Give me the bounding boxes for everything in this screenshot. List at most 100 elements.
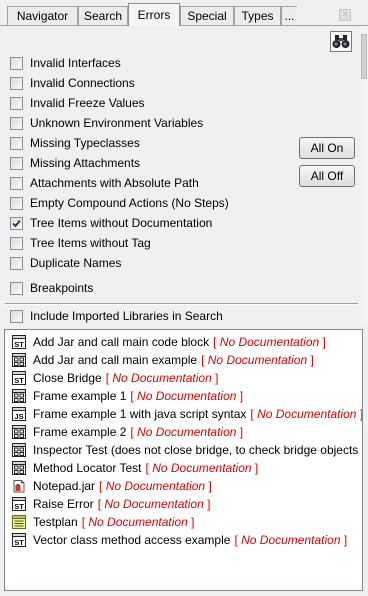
js-icon: JS [12,407,26,421]
list-item-name: Frame example 2 [33,425,127,439]
list-item-name: Add Jar and call main code block [33,335,210,349]
documentation-status: [ No Documentation ] [234,533,348,547]
no-documentation-tag: No Documentation [88,515,188,529]
testplan-icon [12,515,26,529]
st-icon: ST [12,533,26,547]
checkbox-label: Invalid Interfaces [30,56,121,70]
checkbox[interactable] [10,236,23,250]
list-item[interactable]: ST Vector class method access example[ No… [12,531,347,549]
checkbox-label: Missing Attachments [30,156,141,170]
tab-types[interactable]: Types [234,6,281,25]
documentation-status: [ No Documentation ] [99,479,212,493]
checkbox-label: Missing Typeclasses [30,136,140,150]
no-documentation-tag: No Documentation [137,425,237,439]
checkbox[interactable] [10,309,23,323]
svg-text:ST: ST [14,538,24,547]
list-item[interactable]: Testplan[ No Documentation ] [12,513,194,531]
documentation-status: [ No Documentation ] [213,335,326,349]
separator [5,303,358,305]
binoculars-icon [332,35,350,48]
jar-icon [12,479,26,493]
checkbox-row-include-imported-libraries-in-search[interactable]: Include Imported Libraries in Search [10,307,223,325]
no-documentation-tag: No Documentation [241,533,341,547]
checkbox[interactable] [10,76,23,90]
list-item[interactable]: Notepad.jar[ No Documentation ] [12,477,212,495]
tab-special[interactable]: Special [180,6,234,25]
list-item[interactable]: ST Raise Error[ No Documentation ] [12,495,210,513]
checkbox-label: Empty Compound Actions (No Steps) [30,196,229,210]
binoculars-button[interactable] [330,31,352,52]
checkbox[interactable] [10,176,23,190]
no-documentation-tag: No Documentation [104,497,204,511]
no-documentation-tag: No Documentation [152,461,252,475]
documentation-status: [ No Documentation ] [97,497,211,511]
st-icon: ST [12,371,26,385]
checkbox-row-tree-items-without-tag[interactable]: Tree Items without Tag [10,234,151,252]
checkbox-label: Duplicate Names [30,256,122,270]
checkbox-label: Invalid Connections [30,76,135,90]
results-list[interactable]: ST Add Jar and call main code block[ No D… [4,329,363,591]
tab-more[interactable]: ... [281,6,297,25]
list-item-name: Close Bridge [33,371,102,385]
checkbox-row-duplicate-names[interactable]: Duplicate Names [10,254,121,272]
tab-errors[interactable]: Errors [128,3,180,26]
checkbox-label: Tree Items without Documentation [30,216,213,230]
documentation-status: [ No Documentation ] [105,371,219,385]
list-item-name: Raise Error [33,497,94,511]
grid-icon [12,389,26,403]
checkbox[interactable] [10,136,23,150]
list-item[interactable]: Frame example 1[ No Documentation ] [12,387,243,405]
svg-text:ST: ST [14,376,24,385]
checkbox[interactable] [10,281,23,295]
checkbox[interactable] [10,96,23,110]
list-item[interactable]: ST Add Jar and call main code block[ No D… [12,333,326,351]
checkbox-row-missing-typeclasses[interactable]: Missing Typeclasses [10,134,140,152]
check-icon [12,219,21,227]
tab-search[interactable]: Search [78,6,128,25]
checkbox[interactable] [10,116,23,130]
close-icon[interactable]: × [339,9,351,21]
grid-icon [12,461,26,475]
checkbox[interactable] [10,56,23,70]
all-on-button[interactable]: All On [299,137,355,159]
checkbox-label: Include Imported Libraries in Search [30,309,223,323]
list-item[interactable]: Add Jar and call main example[ No Docume… [12,351,314,369]
scrollbar-thumb[interactable] [361,34,367,79]
checkbox[interactable] [10,256,23,270]
documentation-status: [ No Documentation ] [250,407,363,421]
documentation-status: [ No Documentation ] [145,461,259,475]
checkbox-row-tree-items-without-documentation[interactable]: Tree Items without Documentation [10,214,212,232]
checkbox-row-invalid-connections[interactable]: Invalid Connections [10,74,135,92]
st-icon: ST [12,497,26,511]
checkbox-row-empty-compound-actions-no-steps[interactable]: Empty Compound Actions (No Steps) [10,194,229,212]
no-documentation-tag: No Documentation [137,389,237,403]
list-item[interactable]: ST Close Bridge[ No Documentation ] [12,369,218,387]
list-item[interactable]: Method Locator Test[ No Documentation ] [12,459,258,477]
list-item[interactable]: Inspector Test (does not close bridge, t… [12,441,358,459]
checkbox-row-missing-attachments[interactable]: Missing Attachments [10,154,140,172]
documentation-status: [ No Documentation ] [81,515,195,529]
no-documentation-tag: No Documentation [112,371,212,385]
checkbox-label: Invalid Freeze Values [30,96,145,110]
checkbox[interactable] [10,156,23,170]
list-item[interactable]: Frame example 2[ No Documentation ] [12,423,243,441]
checkbox-row-breakpoints[interactable]: Breakpoints [10,279,93,297]
all-off-button[interactable]: All Off [299,165,355,187]
list-item-name: Frame example 1 [33,389,127,403]
grid-icon [12,425,26,439]
tab-bar: Navigator Search Errors Special Types ..… [0,0,368,28]
checkbox-row-attachments-with-absolute-path[interactable]: Attachments with Absolute Path [10,174,199,192]
tab-navigator[interactable]: Navigator [7,6,78,25]
checkbox-row-invalid-interfaces[interactable]: Invalid Interfaces [10,54,121,72]
checkbox[interactable] [10,216,23,230]
svg-text:ST: ST [14,502,24,511]
checkbox-label: Breakpoints [30,281,94,295]
svg-text:ST: ST [14,340,24,349]
checkbox-row-unknown-environment-variables[interactable]: Unknown Environment Variables [10,114,203,132]
list-item[interactable]: JS Frame example 1 with java script synta… [12,405,363,423]
no-documentation-tag: No Documentation [219,335,320,349]
checkbox-row-invalid-freeze-values[interactable]: Invalid Freeze Values [10,94,145,112]
st-icon: ST [12,335,26,349]
checkbox[interactable] [10,196,23,210]
list-item-name: Testplan [33,515,78,529]
